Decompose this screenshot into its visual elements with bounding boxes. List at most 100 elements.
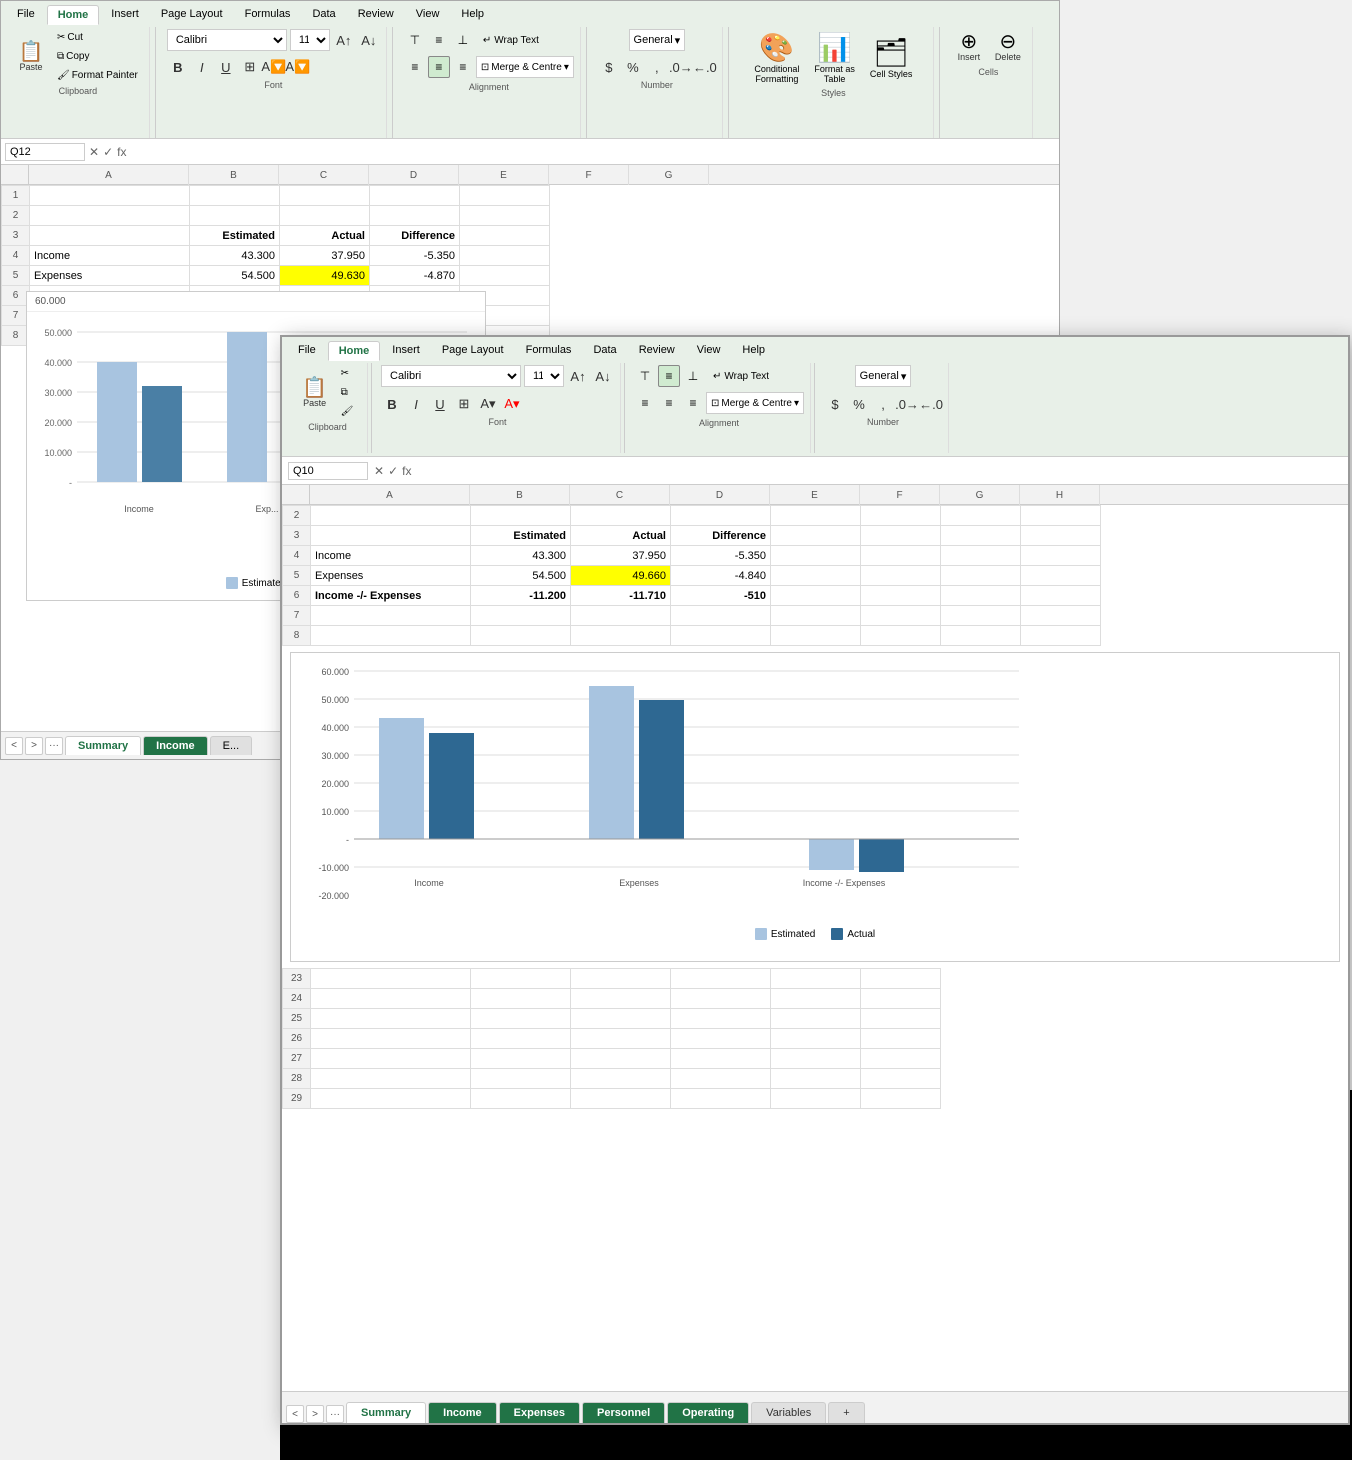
back-number-format-dropdown[interactable]: General▾ xyxy=(629,29,686,51)
back-tab-home[interactable]: Home xyxy=(47,5,100,25)
back-tab-insert[interactable]: Insert xyxy=(101,5,149,25)
back-format-table-btn[interactable]: 📊 Format as Table xyxy=(808,29,861,86)
back-delete-btn[interactable]: ⊖ Delete xyxy=(990,29,1026,65)
front-merge-center-btn[interactable]: ⊡ Merge & Centre ▾ xyxy=(706,392,804,414)
back-font-name-select[interactable]: Calibri xyxy=(167,29,287,51)
back-decrease-decimal-btn[interactable]: ←.0 xyxy=(694,56,716,78)
back-align-middle-btn[interactable]: ≡ xyxy=(428,29,450,51)
back-border-btn[interactable]: ⊞ xyxy=(239,56,261,78)
front-cut-btn[interactable]: ✂ xyxy=(336,365,359,382)
cancel-formula-icon[interactable]: ✕ xyxy=(89,145,99,159)
fx-icon[interactable]: fx xyxy=(117,145,126,159)
back-format-painter-btn[interactable]: 🖌 Format Painter xyxy=(52,67,143,84)
confirm-formula-icon[interactable]: ✓ xyxy=(103,145,113,159)
front-tab-operating[interactable]: Operating xyxy=(667,1402,749,1423)
back-align-bottom-btn[interactable]: ⊥ xyxy=(452,29,474,51)
front-tab-variables[interactable]: Variables xyxy=(751,1402,826,1423)
front-confirm-icon[interactable]: ✓ xyxy=(388,464,398,478)
front-format-painter-btn[interactable]: 🖌 xyxy=(336,403,359,420)
back-tab-nav-prev[interactable]: < xyxy=(5,737,23,755)
back-align-right-btn[interactable]: ≡ xyxy=(452,56,474,78)
back-tab-data[interactable]: Data xyxy=(302,5,345,25)
front-bold-btn[interactable]: B xyxy=(381,393,403,415)
back-percent-btn[interactable]: % xyxy=(622,56,644,78)
front-tab-file[interactable]: File xyxy=(288,341,326,361)
front-paste-btn[interactable]: 📋 Paste xyxy=(297,375,333,411)
back-tab-help[interactable]: Help xyxy=(451,5,494,25)
back-align-center-btn[interactable]: ≡ xyxy=(428,56,450,78)
front-align-center-btn[interactable]: ≡ xyxy=(658,392,680,414)
front-font-size-select[interactable]: 11 xyxy=(524,365,564,387)
front-align-left-btn[interactable]: ≡ xyxy=(634,392,656,414)
back-increase-font-btn[interactable]: A↑ xyxy=(333,29,355,51)
back-align-top-btn[interactable]: ⊤ xyxy=(404,29,426,51)
back-underline-btn[interactable]: U xyxy=(215,56,237,78)
front-fill-color-btn[interactable]: A▾ xyxy=(477,393,499,415)
front-tab-nav-more[interactable]: ··· xyxy=(326,1405,344,1423)
back-cell-styles-btn[interactable]: 🗂 Cell Styles xyxy=(864,34,919,81)
front-tab-view[interactable]: View xyxy=(687,341,731,361)
front-number-format-dropdown[interactable]: General▾ xyxy=(855,365,912,387)
front-tab-review[interactable]: Review xyxy=(629,341,685,361)
back-tab-summary[interactable]: Summary xyxy=(65,736,141,755)
front-increase-font-btn[interactable]: A↑ xyxy=(567,365,589,387)
front-align-middle-btn[interactable]: ≡ xyxy=(658,365,680,387)
back-copy-btn[interactable]: ⧉ Copy xyxy=(52,48,143,65)
front-align-bottom-btn[interactable]: ⊥ xyxy=(682,365,704,387)
front-decrease-decimal-btn[interactable]: ←.0 xyxy=(920,393,942,415)
front-tab-pagelayout[interactable]: Page Layout xyxy=(432,341,514,361)
back-font-size-select[interactable]: 11 xyxy=(290,29,330,51)
front-underline-btn[interactable]: U xyxy=(429,393,451,415)
front-tab-help[interactable]: Help xyxy=(732,341,775,361)
front-comma-btn[interactable]: , xyxy=(872,393,894,415)
back-tab-formulas[interactable]: Formulas xyxy=(235,5,301,25)
front-tab-nav-prev[interactable]: < xyxy=(286,1405,304,1423)
front-border-btn[interactable]: ⊞ xyxy=(453,393,475,415)
back-name-box[interactable]: Q12 xyxy=(5,143,85,161)
back-tab-other[interactable]: E... xyxy=(210,736,253,755)
back-tab-review[interactable]: Review xyxy=(348,5,404,25)
back-merge-center-btn[interactable]: ⊡ Merge & Centre ▾ xyxy=(476,56,574,78)
front-align-right-btn[interactable]: ≡ xyxy=(682,392,704,414)
back-italic-btn[interactable]: I xyxy=(191,56,213,78)
front-tab-data[interactable]: Data xyxy=(583,341,626,361)
front-tab-nav-next[interactable]: > xyxy=(306,1405,324,1423)
front-tab-formulas[interactable]: Formulas xyxy=(516,341,582,361)
back-tab-view[interactable]: View xyxy=(406,5,450,25)
back-comma-btn[interactable]: , xyxy=(646,56,668,78)
front-tab-personnel[interactable]: Personnel xyxy=(582,1402,665,1423)
front-italic-btn[interactable]: I xyxy=(405,393,427,415)
back-increase-decimal-btn[interactable]: .0→ xyxy=(670,56,692,78)
back-currency-btn[interactable]: $ xyxy=(598,56,620,78)
back-tab-income[interactable]: Income xyxy=(143,736,208,755)
back-align-left-btn[interactable]: ≡ xyxy=(404,56,426,78)
back-cut-btn[interactable]: ✂ Cut xyxy=(52,29,143,46)
back-tab-file[interactable]: File xyxy=(7,5,45,25)
front-fx-icon[interactable]: fx xyxy=(402,464,411,478)
back-wrap-text-btn[interactable]: ↵ Wrap Text xyxy=(476,29,546,51)
front-align-top-btn[interactable]: ⊤ xyxy=(634,365,656,387)
back-insert-btn[interactable]: ⊕ Insert xyxy=(951,29,987,65)
front-tab-income[interactable]: Income xyxy=(428,1402,497,1423)
back-bold-btn[interactable]: B xyxy=(167,56,189,78)
front-increase-decimal-btn[interactable]: .0→ xyxy=(896,393,918,415)
front-tab-home[interactable]: Home xyxy=(328,341,381,361)
front-currency-btn[interactable]: $ xyxy=(824,393,846,415)
back-tab-pagelayout[interactable]: Page Layout xyxy=(151,5,233,25)
back-tab-nav-more[interactable]: ··· xyxy=(45,737,63,755)
back-fill-color-btn[interactable]: A🔽 xyxy=(263,56,285,78)
front-tab-insert[interactable]: Insert xyxy=(382,341,430,361)
front-tab-expenses[interactable]: Expenses xyxy=(499,1402,580,1423)
front-cancel-icon[interactable]: ✕ xyxy=(374,464,384,478)
front-tab-summary[interactable]: Summary xyxy=(346,1402,426,1423)
front-percent-btn[interactable]: % xyxy=(848,393,870,415)
back-conditional-format-btn[interactable]: 🎨 Conditional Formatting xyxy=(748,29,805,86)
back-font-color-btn[interactable]: A🔽 xyxy=(287,56,309,78)
back-formula-input[interactable] xyxy=(130,144,1055,160)
front-name-box[interactable] xyxy=(288,462,368,480)
back-tab-nav-next[interactable]: > xyxy=(25,737,43,755)
front-wrap-text-btn[interactable]: ↵ Wrap Text xyxy=(706,365,776,387)
front-copy-btn[interactable]: ⧉ xyxy=(336,384,359,401)
front-font-color-btn[interactable]: A▾ xyxy=(501,393,523,415)
front-decrease-font-btn[interactable]: A↓ xyxy=(592,365,614,387)
